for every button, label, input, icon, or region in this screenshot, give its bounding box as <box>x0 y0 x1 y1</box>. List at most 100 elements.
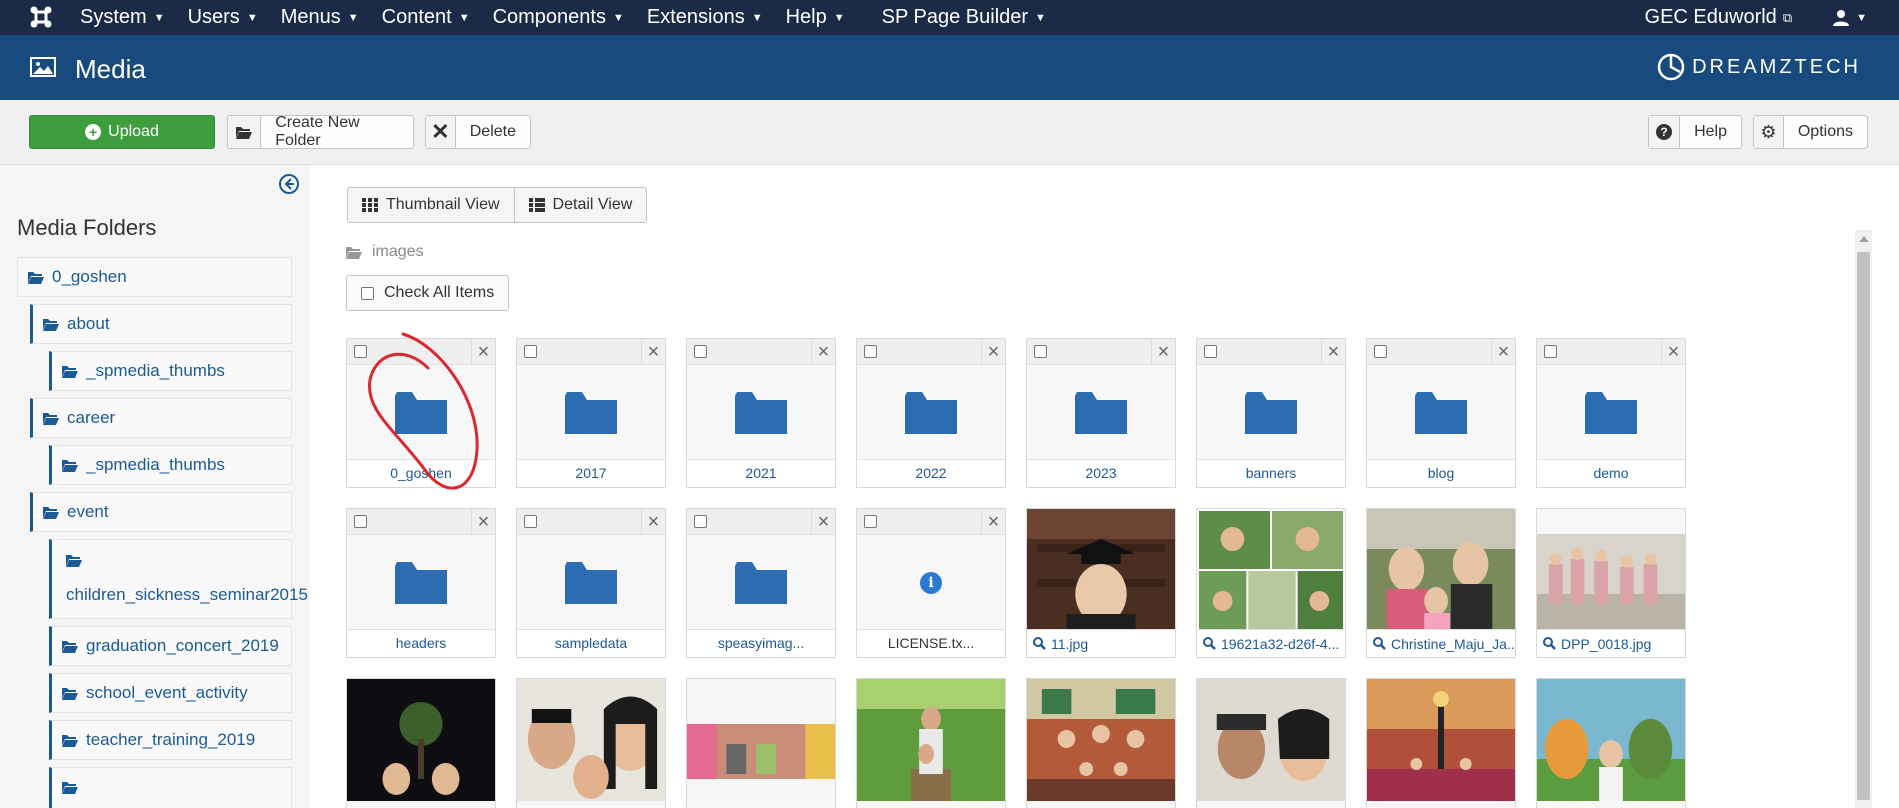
folder-node-children-sickness-seminar[interactable]: children_sickness_seminar2015 <box>49 539 308 619</box>
folder-node-career[interactable]: career <box>30 398 292 438</box>
image-tile[interactable] <box>686 678 836 808</box>
menu-content[interactable]: Content ▼ <box>382 6 470 29</box>
folder-tile[interactable]: × headers <box>346 508 496 658</box>
item-checkbox[interactable] <box>354 515 367 528</box>
menu-menus[interactable]: Menus ▼ <box>281 6 359 29</box>
menu-sp-page-builder[interactable]: SP Page Builder ▼ <box>882 6 1046 29</box>
delete-icon[interactable]: × <box>471 509 495 535</box>
image-tile[interactable]: Christine_Maju_Ja... <box>1366 508 1516 658</box>
thumbnail-view-button[interactable]: Thumbnail View <box>348 188 514 222</box>
folder-icon <box>1585 392 1637 434</box>
vertical-scrollbar[interactable] <box>1855 230 1872 808</box>
folder-tile[interactable]: × speasyimag... <box>686 508 836 658</box>
menu-extensions[interactable]: Extensions ▼ <box>647 6 763 29</box>
item-checkbox[interactable] <box>864 345 877 358</box>
options-button[interactable]: ⚙ Options <box>1753 115 1868 149</box>
folder-tile[interactable]: × sampledata <box>516 508 666 658</box>
search-icon <box>1373 637 1386 650</box>
detail-view-button[interactable]: Detail View <box>513 188 647 222</box>
delete-icon[interactable]: × <box>1321 339 1345 365</box>
folder-tile[interactable]: × demo <box>1536 338 1686 488</box>
image-tile[interactable] <box>1536 678 1686 808</box>
joomla-logo-icon[interactable] <box>28 4 54 30</box>
folder-node-about[interactable]: about <box>30 304 292 344</box>
item-checkbox[interactable] <box>694 345 707 358</box>
collapse-arrow-icon[interactable] <box>278 173 300 195</box>
delete-icon[interactable]: × <box>641 509 665 535</box>
caret-down-icon: ▼ <box>246 11 258 24</box>
folder-open-icon <box>62 640 78 653</box>
menu-users[interactable]: Users ▼ <box>188 6 258 29</box>
delete-icon[interactable]: × <box>1151 339 1175 365</box>
menu-components[interactable]: Components ▼ <box>493 6 624 29</box>
delete-icon[interactable]: × <box>641 339 665 365</box>
check-all-button[interactable]: Check All Items <box>346 275 510 311</box>
folder-icon <box>395 562 447 604</box>
user-icon <box>1833 9 1850 26</box>
user-menu[interactable]: ▼ <box>1832 9 1867 27</box>
sidebar-title: Media Folders <box>17 215 157 240</box>
image-tile[interactable] <box>516 678 666 808</box>
delete-icon[interactable]: × <box>1491 339 1515 365</box>
site-link[interactable]: GEC Eduworld ⧉ <box>1645 6 1793 29</box>
folder-node-graduation-concert[interactable]: graduation_concert_2019 <box>49 626 292 666</box>
caret-down-icon: ▼ <box>1035 11 1046 24</box>
dreamztech-logo-icon <box>1657 53 1685 81</box>
folder-tile[interactable]: × 2017 <box>516 338 666 488</box>
folder-tile[interactable]: × 2022 <box>856 338 1006 488</box>
item-checkbox[interactable] <box>524 515 537 528</box>
page-header: Media DREAMZTECH <box>0 35 1899 100</box>
folder-node-spmedia-thumbs[interactable]: _spmedia_thumbs <box>49 351 292 391</box>
delete-icon[interactable]: × <box>811 339 835 365</box>
image-tile[interactable] <box>1026 678 1176 808</box>
delete-icon[interactable]: × <box>1661 339 1685 365</box>
item-checkbox[interactable] <box>864 515 877 528</box>
folder-tile[interactable]: × 0_goshen <box>346 338 496 488</box>
check-all-checkbox[interactable] <box>361 286 374 300</box>
scroll-up-icon[interactable] <box>1859 236 1869 242</box>
menu-system[interactable]: System ▼ <box>80 6 165 29</box>
topnav-right: GEC Eduworld ⧉ ▼ <box>1645 0 1867 35</box>
item-checkbox[interactable] <box>354 345 367 358</box>
item-checkbox[interactable] <box>1034 345 1047 358</box>
item-checkbox[interactable] <box>524 345 537 358</box>
delete-icon[interactable]: × <box>811 509 835 535</box>
image-thumbnail <box>517 679 665 801</box>
item-checkbox[interactable] <box>1204 345 1217 358</box>
folder-icon <box>735 562 787 604</box>
folder-name: 2023 <box>1027 459 1175 487</box>
folder-tile[interactable]: × 2023 <box>1026 338 1176 488</box>
upload-button[interactable]: + Upload <box>29 115 215 149</box>
delete-icon[interactable]: × <box>471 339 495 365</box>
delete-icon[interactable]: × <box>981 339 1005 365</box>
folder-node-event[interactable]: event <box>30 492 292 532</box>
create-folder-button[interactable]: Create New Folder <box>227 114 414 149</box>
folder-tile[interactable]: × 2021 <box>686 338 836 488</box>
folder-node-school-event-activity[interactable]: school_event_activity <box>49 673 292 713</box>
help-button[interactable]: ? Help <box>1648 115 1742 149</box>
image-tile[interactable] <box>1196 678 1346 808</box>
image-tile[interactable]: 11.jpg <box>1026 508 1176 658</box>
folder-node-0_goshen[interactable]: 0_goshen <box>17 257 292 297</box>
menu-help[interactable]: Help ▼ <box>786 6 845 29</box>
scrollbar-thumb[interactable] <box>1857 252 1870 800</box>
image-thumbnail <box>857 679 1005 801</box>
delete-button[interactable]: ✕ Delete <box>425 115 531 149</box>
delete-icon[interactable]: × <box>981 509 1005 535</box>
image-tile[interactable] <box>856 678 1006 808</box>
view-toggle: Thumbnail View Detail View <box>347 187 648 223</box>
item-checkbox[interactable] <box>1374 345 1387 358</box>
folder-tile[interactable]: × blog <box>1366 338 1516 488</box>
item-checkbox[interactable] <box>694 515 707 528</box>
image-tile[interactable] <box>1366 678 1516 808</box>
gear-icon: ⚙ <box>1754 116 1784 148</box>
folder-node-partial[interactable] <box>49 767 292 808</box>
folder-node-spmedia-thumbs[interactable]: _spmedia_thumbs <box>49 445 292 485</box>
image-tile[interactable] <box>346 678 496 808</box>
image-tile[interactable]: DPP_0018.jpg <box>1536 508 1686 658</box>
image-tile[interactable]: 19621a32-d26f-4... <box>1196 508 1346 658</box>
item-checkbox[interactable] <box>1544 345 1557 358</box>
folder-tile[interactable]: × banners <box>1196 338 1346 488</box>
folder-node-teacher-training[interactable]: teacher_training_2019 <box>49 720 292 760</box>
file-tile[interactable]: × i LICENSE.tx... <box>856 508 1006 658</box>
